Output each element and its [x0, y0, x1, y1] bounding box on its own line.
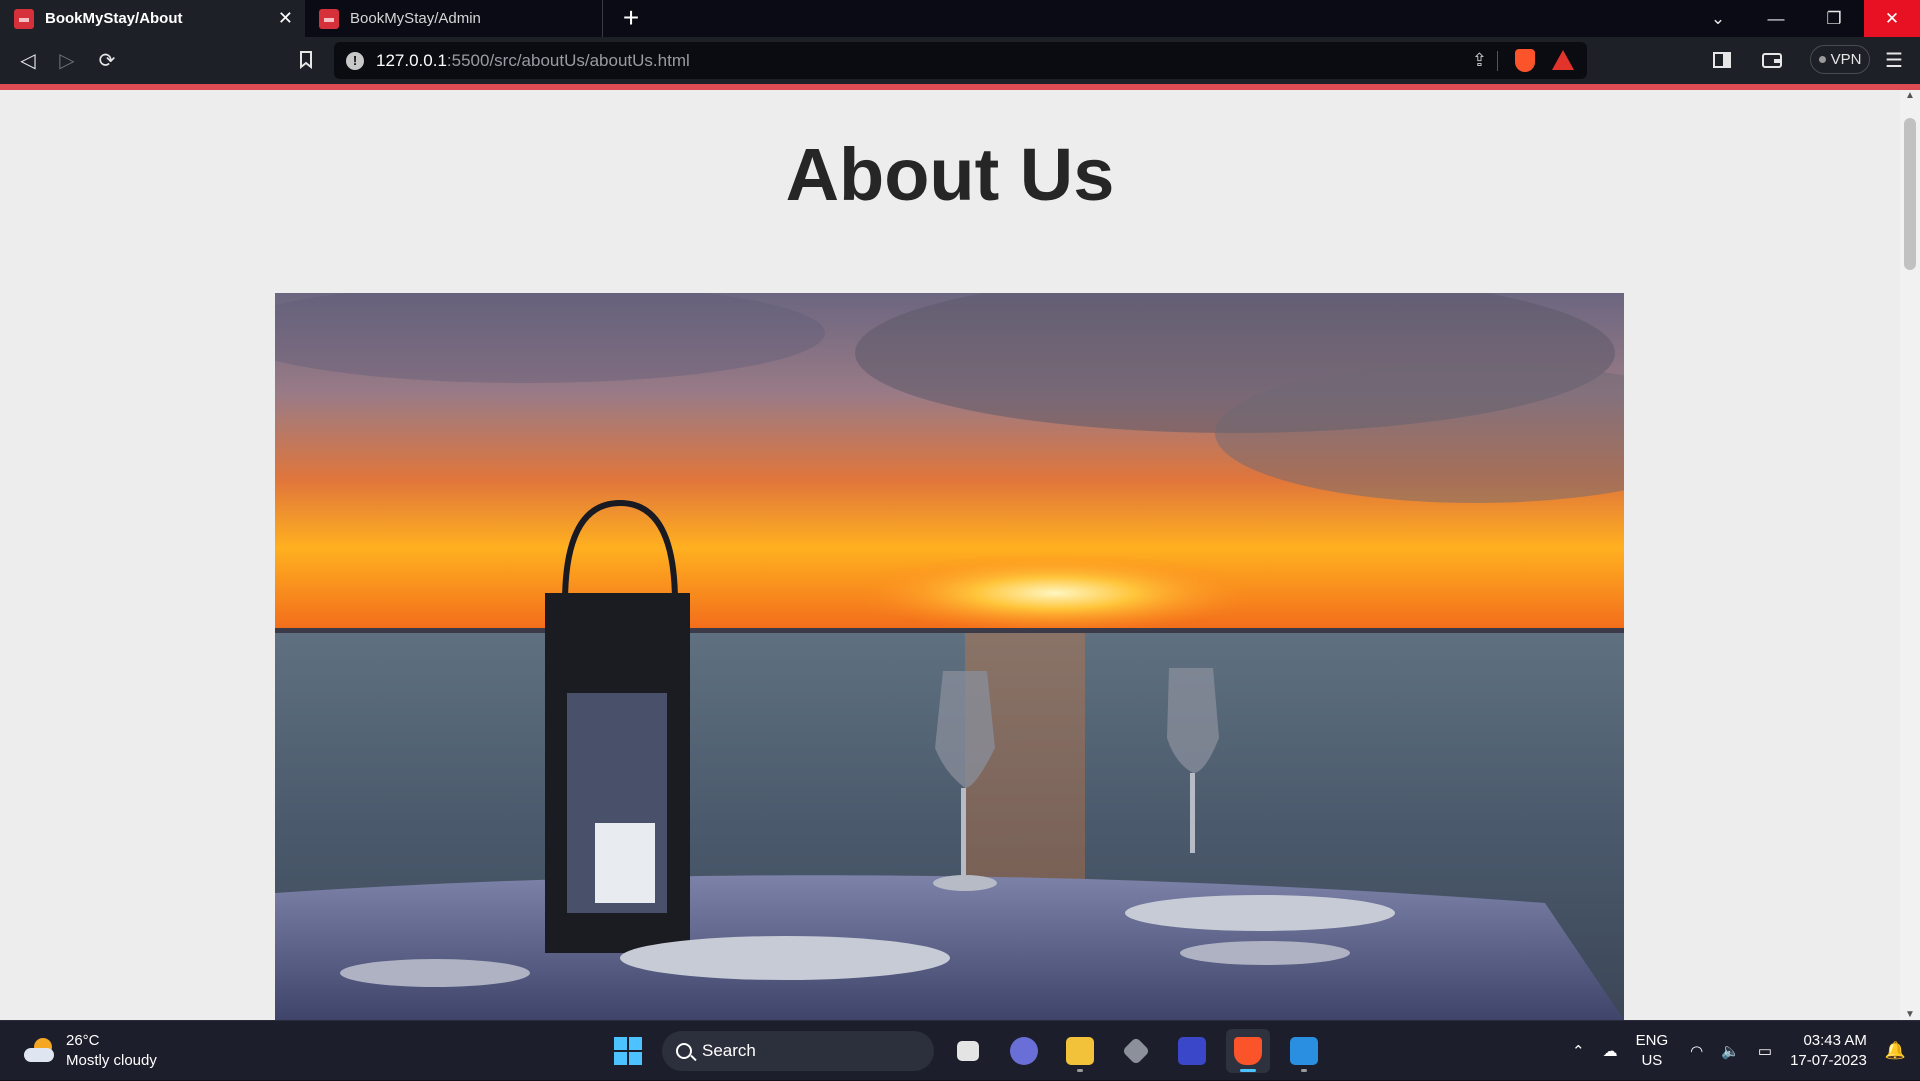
close-tab-icon[interactable]: ✕: [278, 8, 293, 29]
hero-image: [275, 293, 1624, 1020]
start-button[interactable]: [606, 1029, 650, 1073]
clock-date: 17-07-2023: [1790, 1052, 1867, 1069]
weather-widget[interactable]: 26°C Mostly cloudy: [22, 1031, 157, 1071]
file-explorer-icon[interactable]: [1058, 1029, 1102, 1073]
windows-taskbar: 26°C Mostly cloudy Search ⌃ ☁ ENG US ◠ 🔈…: [0, 1020, 1920, 1080]
taskbar-search[interactable]: Search: [662, 1031, 934, 1071]
page-scrollbar[interactable]: ▲ ▼: [1900, 90, 1920, 1020]
back-button[interactable]: ◁: [14, 46, 42, 74]
onedrive-icon[interactable]: ☁: [1603, 1042, 1618, 1060]
scroll-thumb[interactable]: [1904, 118, 1916, 270]
tab-title: BookMyStay/About: [45, 10, 183, 27]
vpn-status-icon: [1818, 56, 1826, 63]
partly-cloudy-icon: [22, 1036, 56, 1066]
vpn-label: VPN: [1830, 51, 1862, 68]
tab-list-chevron-icon[interactable]: ⌄: [1690, 0, 1746, 37]
share-icon[interactable]: ⇪: [1472, 50, 1487, 71]
task-view-icon[interactable]: [946, 1029, 990, 1073]
weather-condition: Mostly cloudy: [66, 1052, 157, 1069]
volume-icon[interactable]: 🔈: [1721, 1042, 1740, 1060]
vscode-icon[interactable]: [1282, 1029, 1326, 1073]
tab-title: BookMyStay/Admin: [350, 10, 481, 27]
unity-icon[interactable]: [1114, 1029, 1158, 1073]
browser-tab-strip: BookMyStay/About ✕ BookMyStay/Admin + ⌄ …: [0, 0, 1920, 37]
clock-time: 03:43 AM: [1803, 1032, 1867, 1049]
scroll-down-icon[interactable]: ▼: [1900, 1009, 1920, 1020]
chevron-up-icon[interactable]: ⌃: [1572, 1042, 1585, 1060]
taskbar-apps: Search: [606, 1029, 1326, 1073]
restore-button[interactable]: ❐: [1806, 0, 1862, 37]
brave-shields-icon[interactable]: [1515, 49, 1535, 72]
battery-icon[interactable]: ▭: [1758, 1042, 1772, 1060]
language-indicator[interactable]: ENG US: [1636, 1031, 1669, 1071]
menu-icon[interactable]: ☰: [1880, 46, 1908, 74]
system-tray: ⌃ ☁ ENG US ◠ 🔈 ▭ 03:43 AM 17-07-2023 🔔: [1572, 1021, 1920, 1081]
vpn-button[interactable]: VPN: [1810, 45, 1870, 74]
brave-icon[interactable]: [1226, 1029, 1270, 1073]
browser-toolbar: ◁ ▷ ⟳ ! 127.0.0.1:5500/src/aboutUs/about…: [0, 37, 1920, 84]
forward-button[interactable]: ▷: [53, 46, 81, 74]
page-title: About Us: [785, 133, 1115, 216]
close-window-button[interactable]: ✕: [1864, 0, 1920, 37]
search-label: Search: [702, 1041, 756, 1060]
weather-temp: 26°C: [66, 1032, 100, 1049]
site-favicon-icon: [319, 8, 339, 29]
scroll-up-icon[interactable]: ▲: [1900, 90, 1920, 101]
sidebar-toggle-icon[interactable]: [1708, 46, 1736, 74]
site-favicon-icon: [14, 8, 34, 29]
tab-about[interactable]: BookMyStay/About ✕: [0, 0, 305, 37]
tab-admin[interactable]: BookMyStay/Admin: [305, 0, 603, 37]
clock[interactable]: 03:43 AM 17-07-2023: [1790, 1031, 1867, 1071]
reload-button[interactable]: ⟳: [93, 46, 121, 74]
address-bar[interactable]: ! 127.0.0.1:5500/src/aboutUs/aboutUs.htm…: [334, 42, 1587, 79]
brave-rewards-icon[interactable]: [1552, 50, 1574, 70]
new-tab-button[interactable]: +: [618, 2, 644, 34]
search-icon: [676, 1043, 692, 1059]
site-info-icon[interactable]: !: [346, 51, 364, 70]
teams-icon[interactable]: [1002, 1029, 1046, 1073]
minimize-button[interactable]: —: [1748, 0, 1804, 37]
app-icon[interactable]: [1170, 1029, 1214, 1073]
url-text[interactable]: 127.0.0.1:5500/src/aboutUs/aboutUs.html: [376, 51, 690, 71]
divider: [1497, 51, 1498, 71]
bookmark-icon[interactable]: [292, 46, 320, 74]
wifi-icon[interactable]: ◠: [1690, 1042, 1703, 1060]
about-page: About Us: [0, 90, 1900, 1020]
wallet-icon[interactable]: [1758, 46, 1786, 74]
notification-bell-icon[interactable]: 🔔: [1885, 1041, 1906, 1061]
